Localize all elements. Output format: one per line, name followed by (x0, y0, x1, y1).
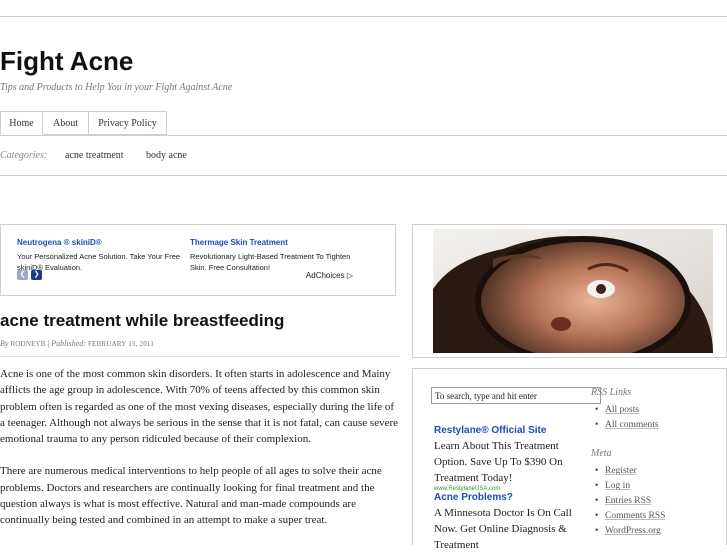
list-item[interactable]: Log in (591, 479, 716, 494)
categories-label: Categories: (0, 150, 48, 161)
post-divider (0, 356, 400, 357)
sidebar-ad-text: A Minnesota Doctor Is On Call Now. Get O… (434, 507, 572, 551)
adchoices-icon: ▷ (346, 271, 353, 280)
meta-list: Register Log in Entries RSS Comments RSS… (591, 464, 716, 539)
ad-unit[interactable]: Thermage Skin Treatment Revolutionary Li… (190, 238, 355, 273)
search-input[interactable] (431, 387, 601, 404)
main-nav: Home About Privacy Policy (0, 111, 727, 136)
sidebar-ad-title[interactable]: Acne Problems? (434, 492, 574, 503)
ad-title[interactable]: Neutrogena ® skiniD® (17, 238, 182, 247)
ad-text: Your Personalized Acne Solution. Take Yo… (17, 252, 181, 272)
list-item[interactable]: Entries RSS (591, 494, 716, 509)
post-title[interactable]: acne treatment while breastfeeding (0, 311, 284, 331)
list-item[interactable]: Comments RSS (591, 509, 716, 524)
list-item[interactable]: WordPress.org (591, 524, 716, 539)
category-link-acne-treatment[interactable]: acne treatment (65, 150, 124, 161)
adchoices-label: AdChoices (305, 271, 345, 280)
categories-divider (0, 175, 727, 176)
category-link-body-acne[interactable]: body acne (146, 150, 187, 161)
post-content: Acne is one of the most common skin diso… (0, 366, 400, 545)
post-meta: By RODNEYB | Published: FEBRUARY 13, 201… (0, 339, 154, 348)
by-label: By (0, 339, 9, 348)
ad-unit[interactable]: Neutrogena ® skiniD® Your Personalized A… (17, 238, 182, 273)
sidebar-ad[interactable]: Acne Problems? A Minnesota Doctor Is On … (434, 492, 574, 553)
rss-links-list: All posts All comments (591, 403, 716, 433)
list-item[interactable]: Register (591, 464, 716, 479)
acne-face-photo (433, 229, 713, 353)
rss-all-posts-link[interactable]: All posts (605, 405, 639, 415)
post-paragraph: There are numerous medical interventions… (0, 465, 382, 527)
sidebar-ad[interactable]: Restylane® Official Site Learn About Thi… (434, 425, 574, 492)
rss-all-comments-link[interactable]: All comments (605, 420, 659, 430)
rss-links-title: RSS Links (591, 387, 632, 398)
meta-title: Meta (591, 448, 612, 459)
rss-links-widget: RSS Links All posts All comments (591, 387, 716, 433)
list-item[interactable]: All posts (591, 403, 716, 418)
tab-home[interactable]: Home (0, 111, 43, 135)
chevron-left-icon[interactable]: ❮ (17, 270, 28, 280)
header-image (412, 224, 727, 358)
tab-privacy-policy[interactable]: Privacy Policy (89, 111, 167, 135)
sidebar-ad-text: Learn About This Treatment Option. Save … (434, 440, 563, 484)
post-paragraph: Acne is one of the most common skin diso… (0, 368, 399, 446)
categories-bar: Categories: acne treatment body acne (0, 150, 187, 161)
published-label: Published: (51, 339, 86, 348)
meta-register-link[interactable]: Register (605, 466, 637, 476)
tab-about[interactable]: About (43, 111, 89, 135)
sidebar: Restylane® Official Site Learn About Thi… (412, 368, 727, 551)
list-item[interactable]: All comments (591, 418, 716, 433)
sidebar-ad-title[interactable]: Restylane® Official Site (434, 425, 574, 436)
site-tagline: Tips and Products to Help You in your Fi… (0, 82, 233, 93)
ad-title[interactable]: Thermage Skin Treatment (190, 238, 355, 247)
ad-box: Neutrogena ® skiniD® Your Personalized A… (0, 224, 396, 296)
meta-entries-rss-link[interactable]: Entries RSS (605, 496, 651, 506)
meta-widget: Meta Register Log in Entries RSS Comment… (591, 448, 716, 539)
ad-text: Revolutionary Light-Based Treatment To T… (190, 252, 351, 272)
post-date: FEBRUARY 13, 2011 (87, 340, 155, 348)
meta-login-link[interactable]: Log in (605, 481, 630, 491)
meta-comments-rss-link[interactable]: Comments RSS (605, 511, 665, 521)
top-divider (0, 16, 727, 17)
meta-separator: | (47, 339, 50, 348)
adchoices-link[interactable]: AdChoices ▷ (306, 271, 353, 280)
chevron-right-icon[interactable]: ❯ (31, 270, 42, 280)
site-title[interactable]: Fight Acne (0, 46, 133, 77)
post-author[interactable]: RODNEYB (10, 340, 45, 348)
meta-wordpress-link[interactable]: WordPress.org (605, 526, 661, 536)
